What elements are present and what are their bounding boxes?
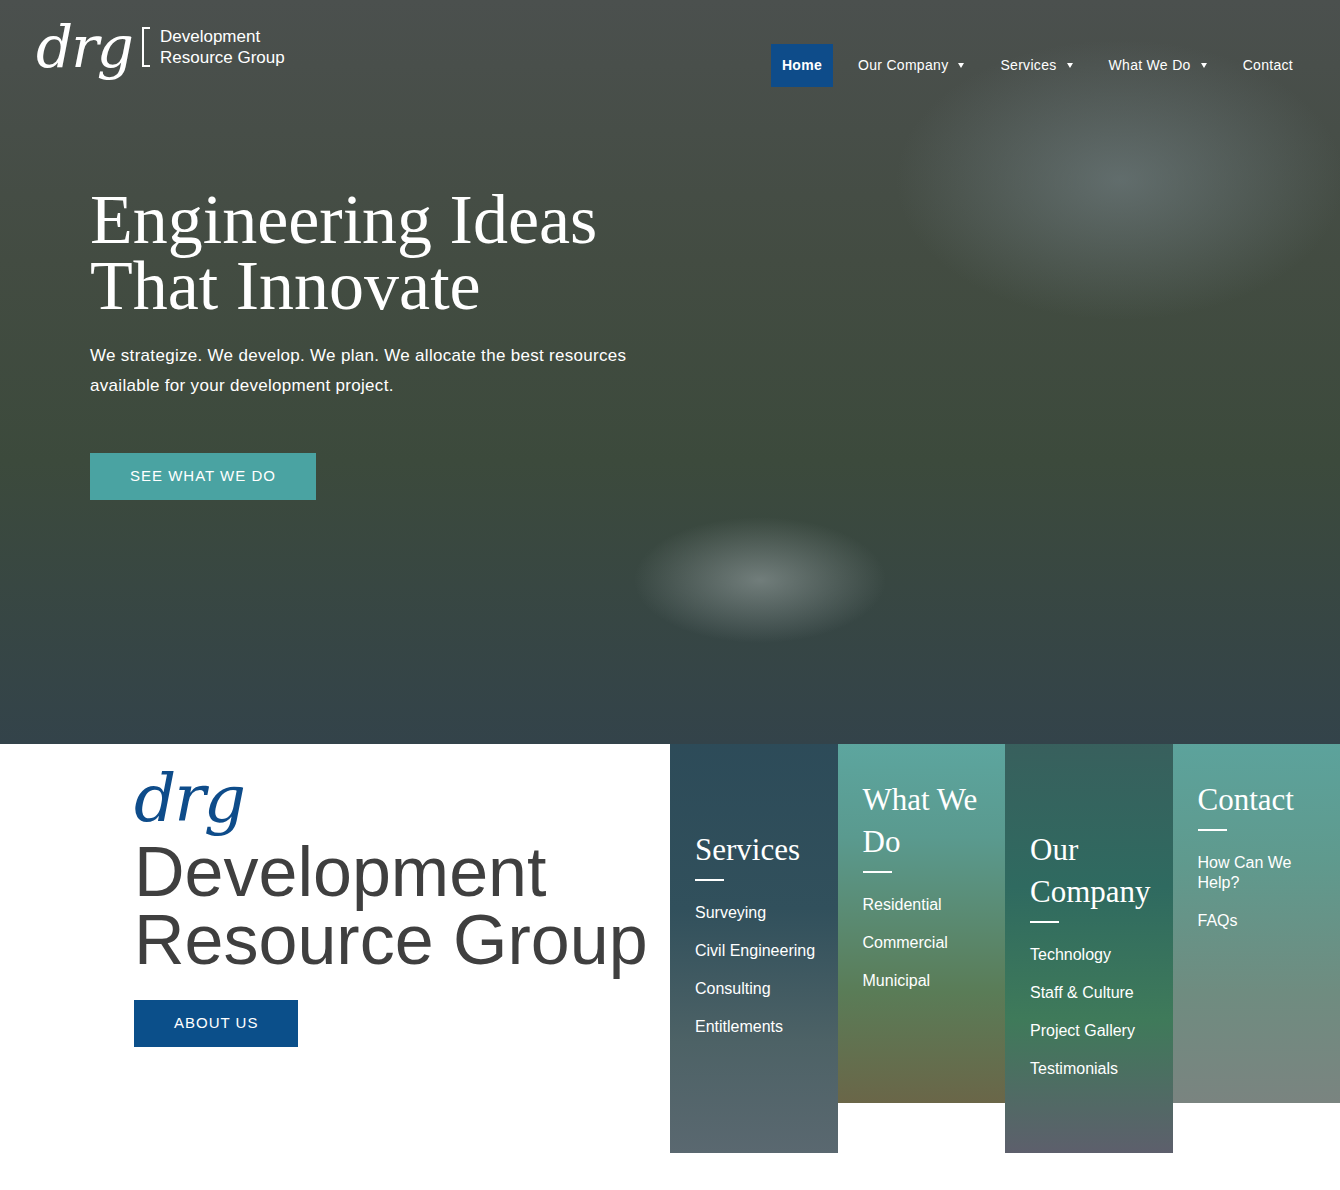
top-bar: drg DevelopmentResource Group Home Our Comp… xyxy=(0,0,1340,87)
nav-label: Services xyxy=(1000,55,1056,76)
tile-link[interactable]: How Can We Help? xyxy=(1198,853,1329,893)
logo-line: Resource Group xyxy=(160,47,285,68)
lower-section: drgDevelopment Resource Group ABOUT US Ser… xyxy=(0,744,1340,1190)
tile-link[interactable]: FAQs xyxy=(1198,911,1329,931)
about-title: Development Resource Group xyxy=(134,838,670,974)
main-nav: Home Our Company Services What We Do Contact xyxy=(771,44,1304,87)
tile-links: Residential Commercial Municipal xyxy=(863,895,994,991)
tile-links: Technology Staff & Culture Project Gallery… xyxy=(1030,945,1161,1079)
about-us-button[interactable]: ABOUT US xyxy=(134,1000,298,1047)
tile-link[interactable]: Civil Engineering xyxy=(695,941,826,961)
link-tile: Services Surveying Civil Engineering Consul… xyxy=(670,709,838,1153)
tile-links: Surveying Civil Engineering Consulting Enti… xyxy=(695,903,826,1037)
tile-link[interactable]: Commercial xyxy=(863,933,994,953)
tile-link[interactable]: Residential xyxy=(863,895,994,915)
tile-link[interactable]: Technology xyxy=(1030,945,1161,965)
caret-down-icon xyxy=(1067,63,1073,68)
tile-link[interactable]: Staff & Culture xyxy=(1030,983,1161,1003)
hero-section: drg DevelopmentResource Group Home Our Comp… xyxy=(0,0,1340,744)
hero-body: Engineering Ideas That Innovate We strate… xyxy=(0,87,1340,500)
logo-bracket-icon xyxy=(142,27,150,67)
nav-label: Contact xyxy=(1243,55,1293,76)
logo-text: DevelopmentResource Group xyxy=(160,26,285,68)
logo-line: Development xyxy=(160,26,285,47)
nav-item[interactable]: What We Do xyxy=(1098,44,1218,87)
nav-label: What We Do xyxy=(1109,55,1191,76)
nav-item[interactable]: Home xyxy=(771,44,833,87)
caret-down-icon xyxy=(1201,63,1207,68)
hero-subtitle: We strategize. We develop. We plan. We a… xyxy=(90,341,660,401)
tile-rule xyxy=(863,871,892,873)
link-tile: Our Company Technology Staff & Culture Proj… xyxy=(1005,709,1173,1153)
about-block: drgDevelopment Resource Group ABOUT US xyxy=(0,744,670,1190)
see-what-we-do-button[interactable]: SEE WHAT WE DO xyxy=(90,453,316,500)
tile-rule xyxy=(1198,829,1227,831)
tile-title[interactable]: Contact xyxy=(1198,779,1329,821)
hero-title: Engineering Ideas That Innovate xyxy=(90,187,740,319)
tile-rule xyxy=(1030,921,1059,923)
about-mark: drg xyxy=(134,766,670,832)
logo-mark: drg xyxy=(36,18,132,76)
tile-link[interactable]: Municipal xyxy=(863,971,994,991)
tile-title[interactable]: What We Do xyxy=(863,779,994,863)
tile-links: How Can We Help? FAQs xyxy=(1198,853,1329,931)
nav-item[interactable]: Our Company xyxy=(847,44,975,87)
nav-label: Our Company xyxy=(858,55,948,76)
tile-link[interactable]: Surveying xyxy=(695,903,826,923)
tile-link[interactable]: Testimonials xyxy=(1030,1059,1161,1079)
nav-label: Home xyxy=(782,55,822,76)
tile-link[interactable]: Consulting xyxy=(695,979,826,999)
tile-link[interactable]: Entitlements xyxy=(695,1017,826,1037)
tile-rule xyxy=(695,879,724,881)
tile-title[interactable]: Our Company xyxy=(1030,829,1161,913)
tile-title[interactable]: Services xyxy=(695,829,826,871)
nav-item[interactable]: Services xyxy=(989,44,1083,87)
nav-item[interactable]: Contact xyxy=(1232,44,1304,87)
caret-down-icon xyxy=(958,63,964,68)
tile-link[interactable]: Project Gallery xyxy=(1030,1021,1161,1041)
site-logo[interactable]: drg DevelopmentResource Group xyxy=(36,18,285,76)
